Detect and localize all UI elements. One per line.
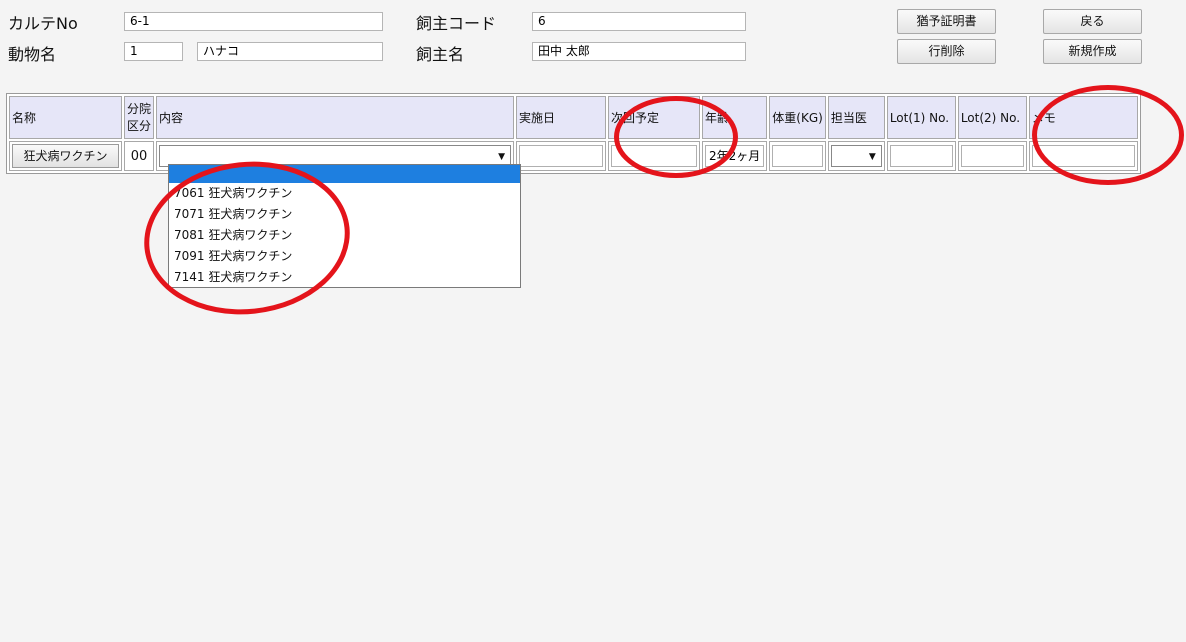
karte-no-label: カルテNo <box>8 14 78 33</box>
new-create-button[interactable]: 新規作成 <box>1043 39 1142 64</box>
dropdown-option[interactable]: 7141 狂犬病ワクチン <box>169 267 520 288</box>
memo-input[interactable] <box>1031 145 1135 167</box>
header-memo: メモ <box>1028 96 1138 139</box>
animal-name-label: 動物名 <box>8 45 57 64</box>
header-category: 分院 区分 <box>124 96 154 139</box>
header-content: 内容 <box>156 96 514 139</box>
grace-certificate-button[interactable]: 猶予証明書 <box>897 9 996 34</box>
owner-code-field[interactable]: 6 <box>532 12 746 31</box>
dropdown-option[interactable]: 7081 狂犬病ワクチン <box>169 225 520 246</box>
dropdown-option[interactable]: 7061 狂犬病ワクチン <box>169 183 520 204</box>
dropdown-option[interactable]: 7071 狂犬病ワクチン <box>169 204 520 225</box>
header-weight: 体重(KG) <box>769 96 826 139</box>
triangle-down-icon: ▼ <box>868 152 876 162</box>
header-next-scheduled: 次回予定 <box>608 96 700 139</box>
header-name: 名称 <box>9 96 122 139</box>
dropdown-option[interactable]: 7091 狂犬病ワクチン <box>169 246 520 267</box>
date-done-input[interactable] <box>519 145 603 167</box>
animal-name-field[interactable]: ハナコ <box>197 42 383 61</box>
age-input[interactable]: 2年2ヶ月 <box>705 145 765 167</box>
category-cell: 00 <box>124 141 154 171</box>
lot2-input[interactable] <box>960 145 1024 167</box>
header-date-done: 実施日 <box>516 96 606 139</box>
table-header-row: 名称 分院 区分 内容 実施日 次回予定 年齢 体重(KG) 担当医 Lot(1… <box>9 96 1138 139</box>
delete-row-button[interactable]: 行削除 <box>897 39 996 64</box>
header-category-line2: 区分 <box>127 118 152 133</box>
weight-input[interactable] <box>772 145 823 167</box>
header-age: 年齢 <box>702 96 768 139</box>
lot1-input[interactable] <box>889 145 953 167</box>
dropdown-option[interactable] <box>169 165 520 183</box>
header-category-line1: 分院 <box>127 101 152 116</box>
owner-name-field[interactable]: 田中 太郎 <box>532 42 746 61</box>
animal-no-field[interactable]: 1 <box>124 42 183 61</box>
karte-no-field[interactable]: 6-1 <box>124 12 383 31</box>
header-doctor: 担当医 <box>827 96 885 139</box>
next-scheduled-input[interactable] <box>611 145 697 167</box>
doctor-select[interactable]: ▼ <box>830 145 882 167</box>
vaccination-table: 名称 分院 区分 内容 実施日 次回予定 年齢 体重(KG) 担当医 Lot(1… <box>6 93 1141 174</box>
vaccine-name-button[interactable]: 狂犬病ワクチン <box>12 144 119 168</box>
owner-code-label: 飼主コード <box>416 14 497 33</box>
header-lot1: Lot(1) No. <box>886 96 956 139</box>
content-dropdown-list: 7061 狂犬病ワクチン 7071 狂犬病ワクチン 7081 狂犬病ワクチン 7… <box>168 164 521 288</box>
back-button[interactable]: 戻る <box>1043 9 1142 34</box>
header-lot2: Lot(2) No. <box>957 96 1027 139</box>
owner-name-label: 飼主名 <box>416 45 465 64</box>
